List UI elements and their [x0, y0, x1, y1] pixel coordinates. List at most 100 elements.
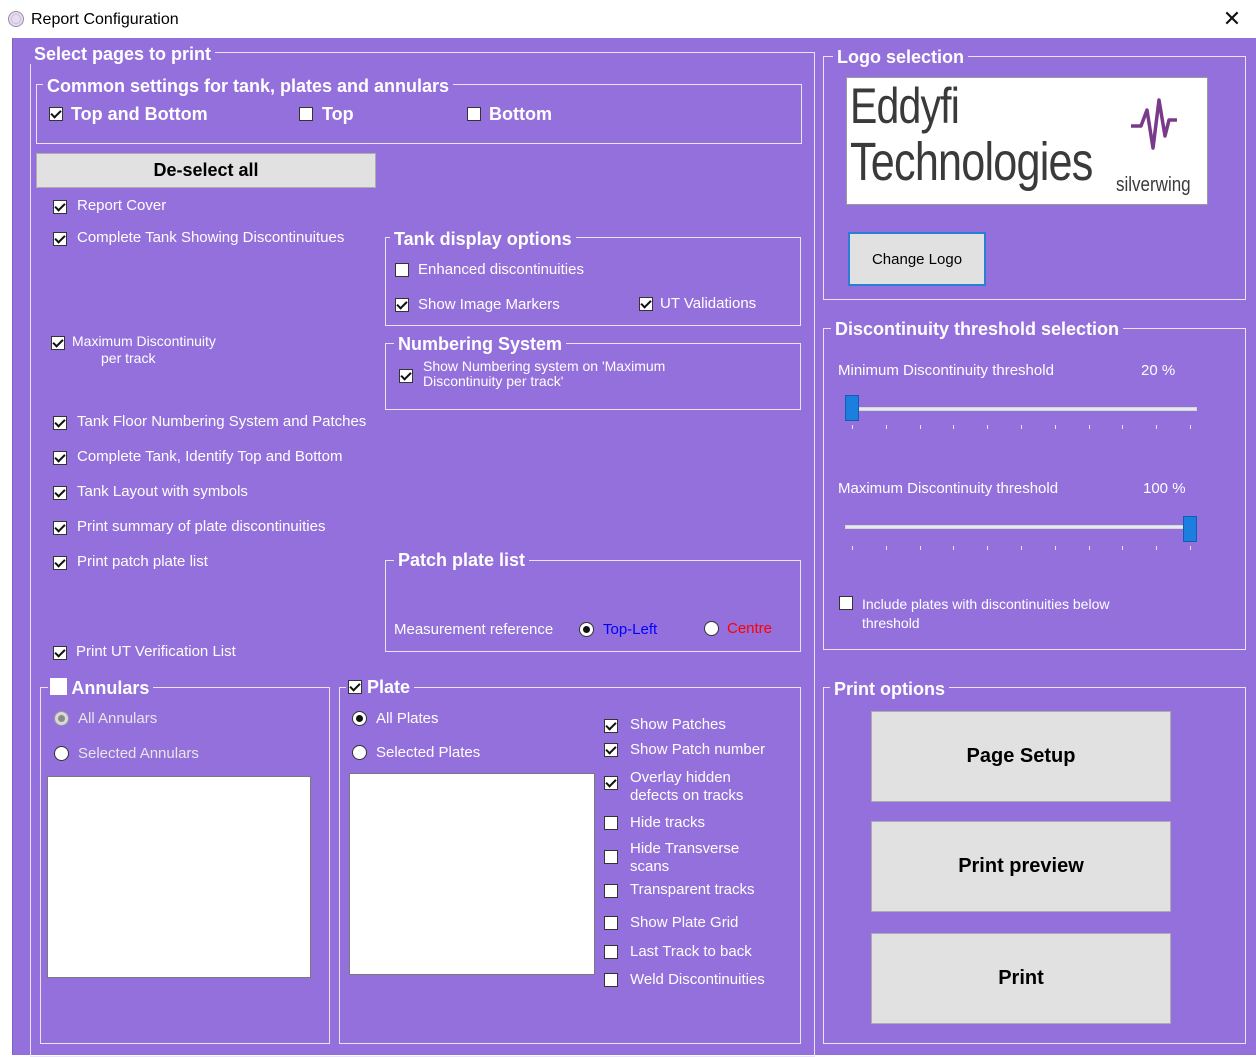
hide-tracks-checkbox[interactable] — [604, 816, 618, 830]
show-plate-grid-checkbox[interactable] — [604, 916, 618, 930]
slider-tick — [1122, 546, 1124, 550]
app-icon — [8, 11, 24, 27]
show-numbering-label-2: Discontinuity per track' — [423, 373, 564, 389]
hide-transverse-checkbox[interactable] — [604, 850, 618, 864]
ut-validations-label: UT Validations — [660, 295, 757, 312]
deselect-all-button[interactable]: De-select all — [36, 153, 376, 188]
ut-validations-checkbox[interactable] — [639, 297, 653, 311]
show-numbering-checkbox[interactable] — [399, 369, 413, 383]
logo-subtext: silverwing — [1116, 174, 1191, 196]
ut-verification-checkbox[interactable] — [53, 646, 67, 660]
threshold-legend: Discontinuity threshold selection — [831, 319, 1124, 339]
plate-legend: Plate — [346, 677, 415, 697]
min-threshold-label: Minimum Discontinuity threshold — [838, 362, 1054, 379]
overlay-hidden-checkbox[interactable] — [604, 776, 618, 790]
slider-tick — [1156, 425, 1158, 429]
max-slider-thumb[interactable] — [1183, 516, 1197, 542]
slider-tick — [987, 546, 989, 550]
selected-annulars-radio[interactable] — [54, 746, 69, 761]
measurement-reference-label: Measurement reference — [394, 621, 554, 638]
all-annulars-radio[interactable] — [54, 711, 69, 726]
all-plates-label: All Plates — [376, 710, 439, 727]
weld-discontinuities-checkbox[interactable] — [604, 973, 618, 987]
selected-annulars-label: Selected Annulars — [78, 745, 199, 762]
waveform-icon — [1131, 98, 1177, 150]
bottom-label: Bottom — [489, 104, 552, 124]
report-cover-label: Report Cover — [77, 197, 167, 214]
overlay-hidden-label-1: Overlay hidden — [630, 769, 731, 786]
transparent-tracks-checkbox[interactable] — [604, 884, 618, 898]
show-patch-number-checkbox[interactable] — [604, 743, 618, 757]
slider-tick — [919, 425, 921, 429]
max-threshold-value: 100 % — [1143, 480, 1186, 497]
plate-checkbox[interactable] — [348, 680, 362, 694]
tank-layout-label: Tank Layout with symbols — [77, 483, 248, 500]
window-title: Report Configuration — [31, 11, 179, 28]
show-patch-number-label: Show Patch number — [630, 741, 766, 758]
centre-radio[interactable] — [704, 621, 719, 636]
common-settings-legend: Common settings for tank, plates and ann… — [43, 76, 454, 96]
annulars-list[interactable] — [47, 776, 311, 978]
plates-list[interactable] — [349, 773, 595, 975]
slider-tick — [1122, 425, 1124, 429]
slider-tick — [1054, 425, 1056, 429]
identify-top-bottom-checkbox[interactable] — [53, 451, 67, 465]
include-below-threshold-checkbox[interactable] — [839, 596, 853, 610]
page-setup-button[interactable]: Page Setup — [871, 711, 1171, 802]
max-discontinuity-checkbox[interactable] — [51, 336, 65, 350]
max-discontinuity-label-1: Maximum Discontinuity — [72, 333, 216, 349]
logo-text-line2: Technologies — [850, 132, 1093, 192]
image-markers-checkbox[interactable] — [395, 298, 409, 312]
slider-tick — [953, 546, 955, 550]
slider-tick — [852, 546, 853, 550]
plate-summary-checkbox[interactable] — [53, 521, 67, 535]
all-annulars-label: All Annulars — [78, 710, 158, 727]
max-slider-track — [845, 525, 1197, 529]
client-area: Select pages to print Common settings fo… — [12, 38, 1256, 1057]
floor-numbering-checkbox[interactable] — [53, 416, 67, 430]
show-patches-label: Show Patches — [630, 716, 726, 733]
bottom-checkbox[interactable] — [467, 107, 481, 121]
complete-tank-label: Complete Tank Showing Discontinuitues — [77, 229, 345, 246]
close-icon[interactable]: ✕ — [1208, 0, 1256, 38]
complete-tank-checkbox[interactable] — [53, 232, 67, 246]
ut-verification-label: Print UT Verification List — [76, 643, 236, 660]
plate-summary-label: Print summary of plate discontinuities — [77, 518, 326, 535]
annulars-checkbox[interactable] — [50, 678, 67, 695]
print-button[interactable]: Print — [871, 933, 1171, 1024]
identify-top-bottom-label: Complete Tank, Identify Top and Bottom — [77, 448, 343, 465]
slider-tick — [953, 425, 955, 429]
min-slider-thumb[interactable] — [845, 395, 859, 421]
slider-tick — [885, 425, 887, 429]
change-logo-button[interactable]: Change Logo — [848, 232, 986, 286]
show-patches-checkbox[interactable] — [604, 719, 618, 733]
weld-discontinuities-label: Weld Discontinuities — [630, 971, 765, 988]
plate-label: Plate — [367, 677, 411, 697]
top-left-radio[interactable] — [579, 622, 594, 637]
report-cover-checkbox[interactable] — [53, 200, 67, 214]
slider-tick — [987, 425, 989, 429]
hide-tracks-label: Hide tracks — [630, 814, 706, 831]
min-threshold-slider[interactable] — [845, 393, 1201, 433]
slider-tick — [1190, 425, 1191, 429]
slider-tick — [1190, 546, 1191, 550]
all-plates-radio[interactable] — [352, 711, 367, 726]
top-and-bottom-checkbox[interactable] — [49, 107, 63, 121]
tank-display-legend: Tank display options — [390, 229, 576, 249]
print-preview-button[interactable]: Print preview — [871, 821, 1171, 912]
patch-list-checkbox[interactable] — [53, 556, 67, 570]
select-pages-legend: Select pages to print — [30, 44, 216, 64]
slider-tick — [1054, 546, 1056, 550]
enhanced-discontinuities-checkbox[interactable] — [395, 263, 409, 277]
max-threshold-slider[interactable] — [845, 514, 1201, 554]
include-below-label-2: threshold — [862, 615, 920, 631]
last-track-back-checkbox[interactable] — [604, 945, 618, 959]
slider-tick — [1088, 546, 1090, 550]
top-checkbox[interactable] — [299, 107, 313, 121]
title-bar: Report Configuration ✕ — [0, 0, 1256, 38]
tank-layout-checkbox[interactable] — [53, 486, 67, 500]
hide-transverse-label-2: scans — [630, 858, 670, 875]
slider-tick — [852, 425, 853, 429]
selected-plates-radio[interactable] — [352, 745, 367, 760]
slider-tick — [1021, 546, 1022, 550]
